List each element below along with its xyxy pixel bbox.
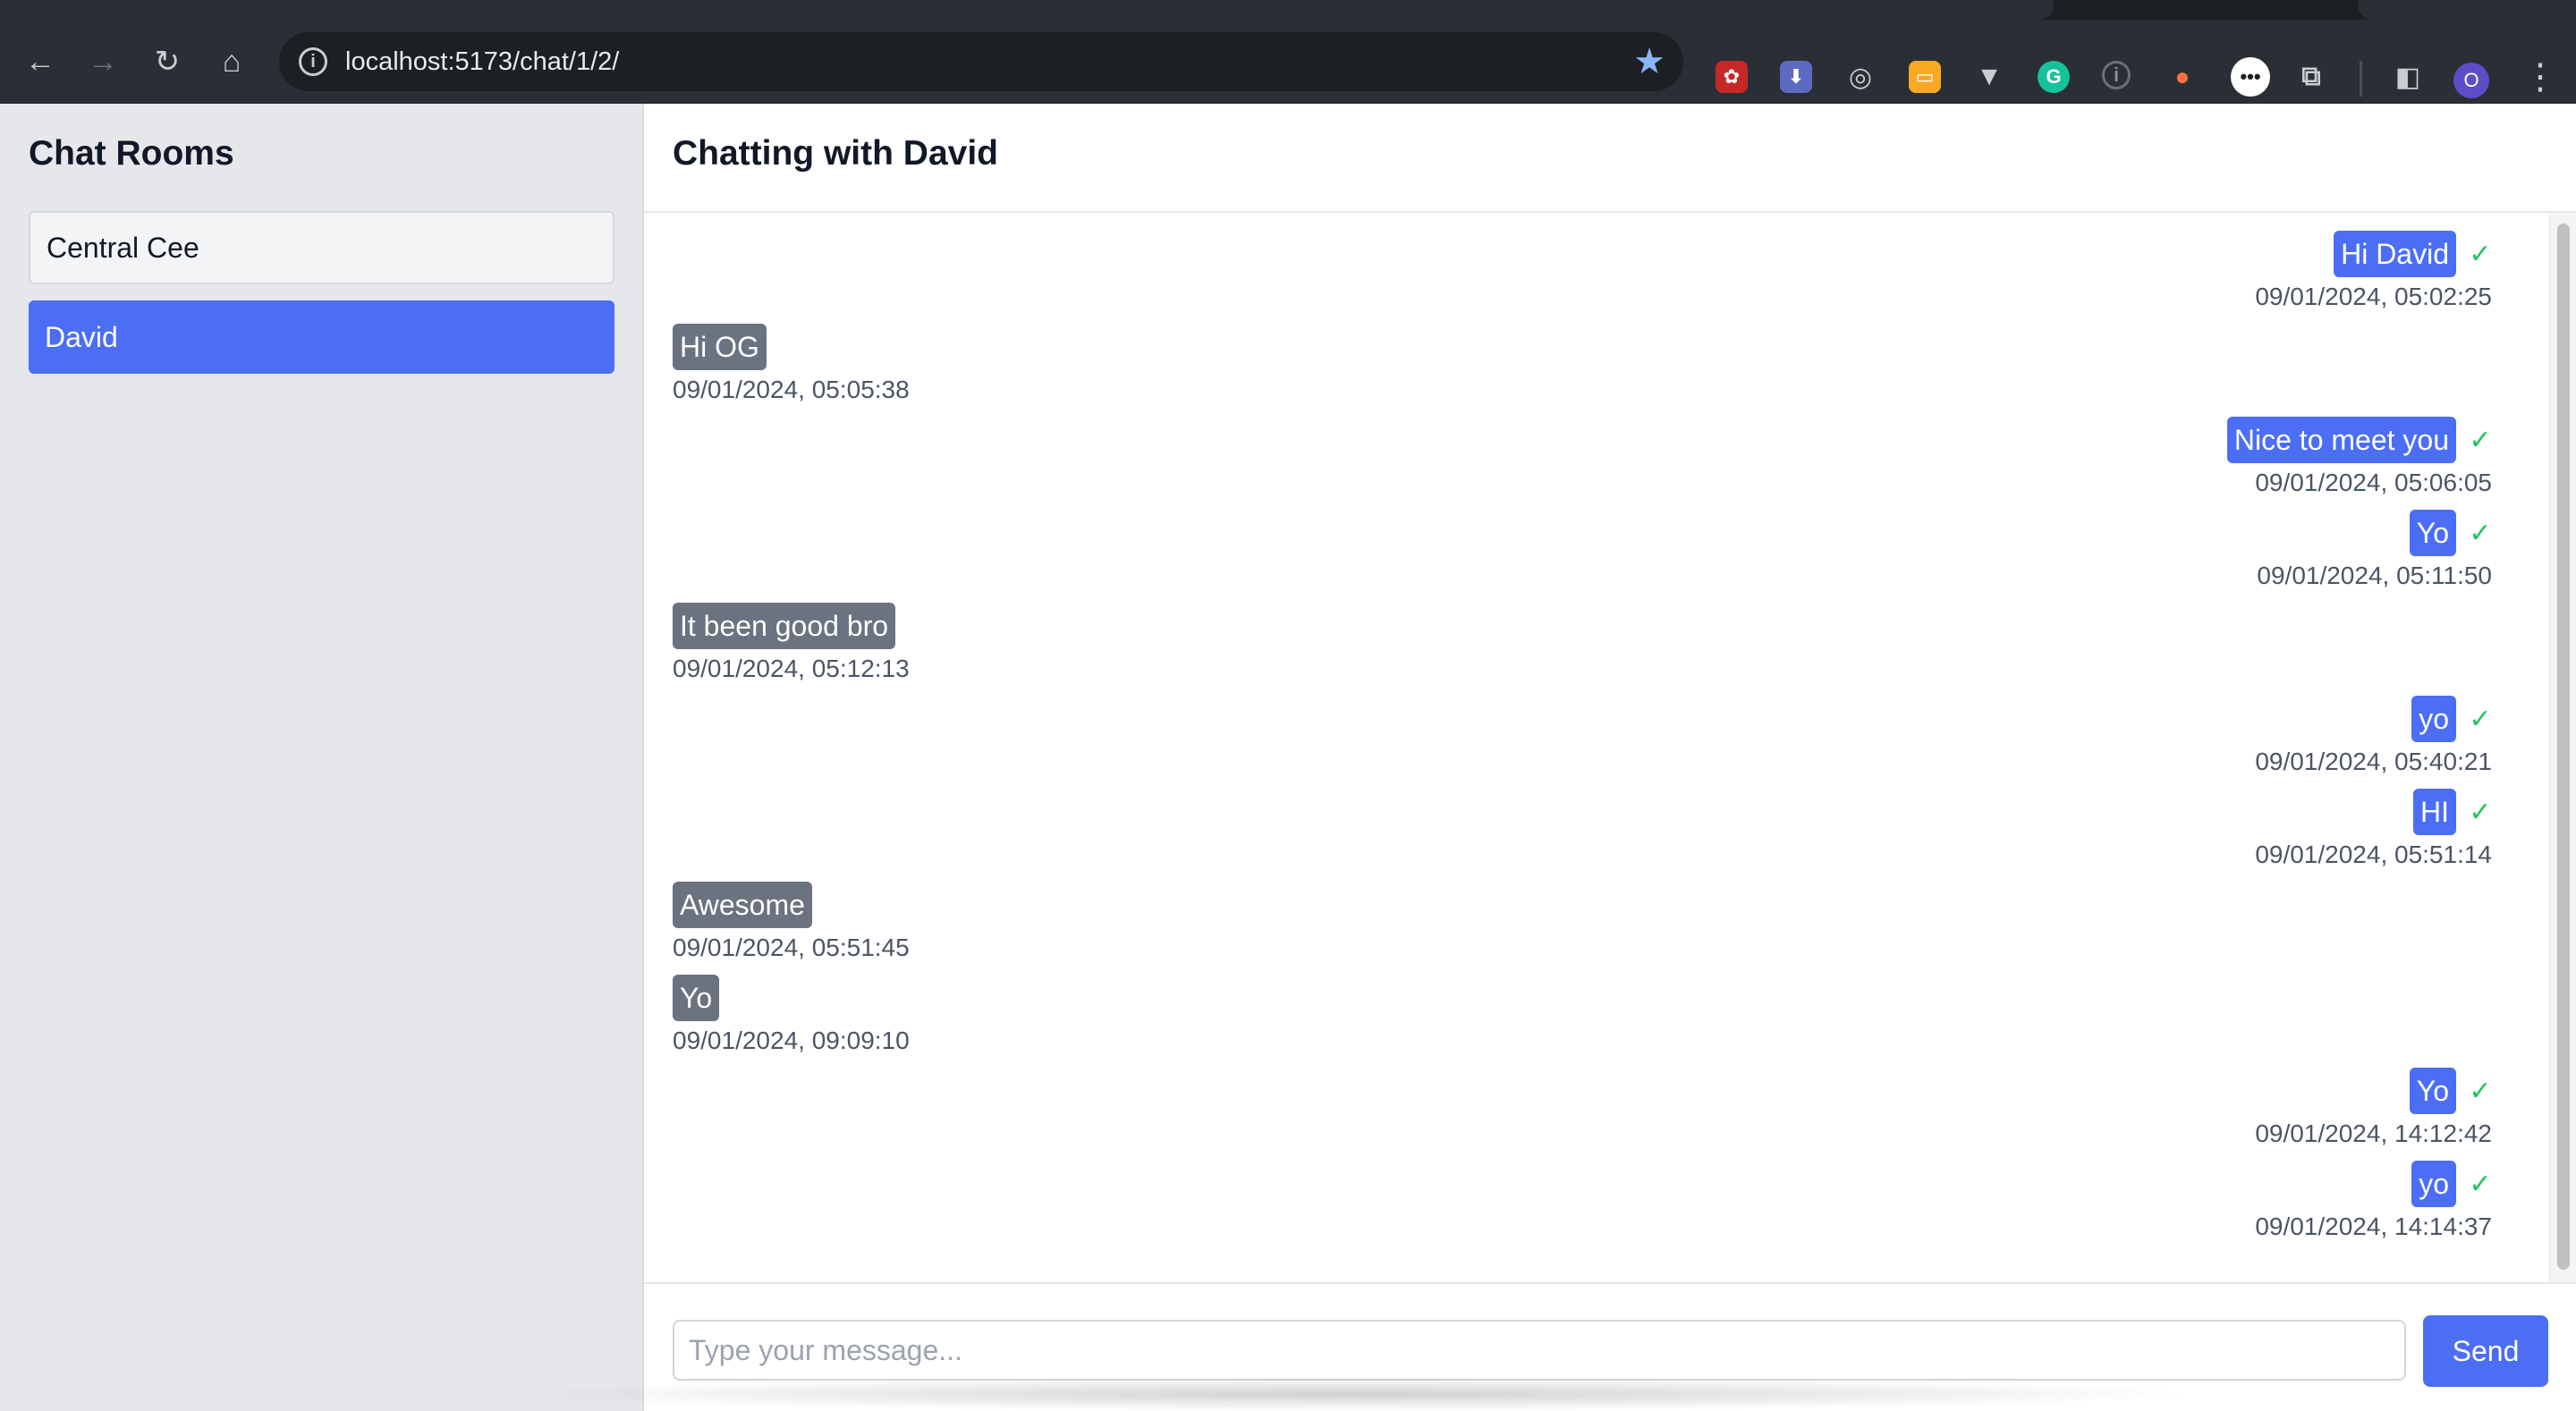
message-bubble: Nice to meet you: [2226, 417, 2456, 463]
message-timestamp: 09/01/2024, 05:12:13: [673, 655, 910, 682]
scrollbar-thumb[interactable]: [2557, 224, 2570, 1270]
tab-strip: [0, 0, 2576, 20]
active-tab[interactable]: [0, 0, 2054, 20]
message-bubble: Hi OG: [673, 324, 767, 370]
chat-title: Chatting with David: [673, 134, 998, 173]
message-list[interactable]: Hi David ✓ 09/01/2024, 05:02:25 Hi OG 09/…: [644, 213, 2549, 1388]
message-outgoing: yo ✓ 09/01/2024, 14:14:37: [2255, 1161, 2492, 1241]
message-incoming: It been good bro 09/01/2024, 05:12:13: [673, 603, 910, 683]
message-bubble: It been good bro: [673, 603, 896, 649]
reload-icon[interactable]: ↻: [147, 41, 188, 82]
side-panel-icon[interactable]: ◧: [2392, 61, 2424, 93]
new-tab-area[interactable]: [2358, 0, 2576, 20]
send-button[interactable]: Send: [2423, 1315, 2548, 1387]
message-input[interactable]: [673, 1320, 2406, 1381]
bookmark-star-icon[interactable]: ★: [1633, 43, 1665, 80]
back-arrow-icon[interactable]: ←: [20, 41, 61, 82]
grammarly-icon[interactable]: G: [2038, 61, 2070, 93]
home-icon[interactable]: ⌂: [211, 41, 252, 82]
extension-v-icon[interactable]: ▼: [1973, 61, 2005, 93]
read-check-icon: ✓: [2469, 1076, 2492, 1106]
site-info-icon[interactable]: i: [299, 47, 327, 76]
message-timestamp: 09/01/2024, 14:12:42: [2255, 1120, 2492, 1147]
read-check-icon: ✓: [2469, 518, 2492, 548]
read-check-icon: ✓: [2469, 1169, 2492, 1199]
chat-header: Chatting with David: [644, 104, 2576, 213]
message-scrollbar[interactable]: [2549, 213, 2576, 1388]
sidebar-title: Chat Rooms: [29, 134, 234, 173]
message-incoming: Hi OG 09/01/2024, 05:05:38: [673, 324, 910, 404]
sidebar: Chat Rooms Central Cee David: [0, 104, 644, 1411]
room-david[interactable]: David: [29, 300, 614, 374]
read-check-icon: ✓: [2469, 425, 2492, 455]
message-outgoing: yo ✓ 09/01/2024, 05:40:21: [2255, 696, 2492, 776]
message-bubble: Yo: [2409, 510, 2456, 556]
message-outgoing: HI ✓ 09/01/2024, 05:51:14: [2255, 789, 2492, 869]
message-bubble: Yo: [2409, 1068, 2456, 1114]
message-timestamp: 09/01/2024, 05:02:25: [2255, 283, 2492, 310]
browser-toolbar: ← → ↻ ⌂ i localhost:5173/chat/1/2/ ★ ✿ ⬇…: [0, 20, 2576, 104]
message-bubble: Hi David: [2334, 231, 2456, 277]
message-timestamp: 09/01/2024, 05:51:14: [2255, 841, 2492, 868]
message-bubble: Awesome: [673, 882, 812, 928]
message-timestamp: 09/01/2024, 05:05:38: [673, 376, 910, 403]
url-text[interactable]: localhost:5173/chat/1/2/: [345, 32, 619, 91]
extension-target-icon[interactable]: ◎: [1844, 61, 1877, 93]
room-central-cee[interactable]: Central Cee: [29, 211, 614, 284]
message-timestamp: 09/01/2024, 05:11:50: [2257, 562, 2492, 589]
message-timestamp: 09/01/2024, 05:51:45: [673, 934, 910, 961]
message-bubble: yo: [2411, 1161, 2456, 1207]
message-outgoing: Nice to meet you ✓ 09/01/2024, 05:06:05: [2226, 417, 2492, 497]
profile-avatar[interactable]: O: [2453, 63, 2489, 98]
message-bubble: HI: [2413, 789, 2456, 835]
message-outgoing: Hi David ✓ 09/01/2024, 05:02:25: [2255, 231, 2492, 311]
toolbar-divider: [2360, 61, 2362, 97]
extension-red-icon[interactable]: ✿: [1716, 61, 1748, 93]
message-incoming: Awesome 09/01/2024, 05:51:45: [673, 882, 910, 962]
kebab-menu-icon[interactable]: ⋮: [2522, 59, 2558, 100]
message-outgoing: Yo ✓ 09/01/2024, 14:12:42: [2255, 1068, 2492, 1148]
message-incoming: Yo 09/01/2024, 09:09:10: [673, 975, 910, 1055]
extension-dot-icon[interactable]: ●: [2166, 61, 2199, 93]
extension-download-icon[interactable]: ⬇: [1780, 61, 1812, 93]
forward-arrow-icon[interactable]: →: [82, 41, 123, 82]
message-outgoing: Yo ✓ 09/01/2024, 05:11:50: [2257, 510, 2492, 590]
message-composer: Send: [644, 1282, 2576, 1411]
message-timestamp: 09/01/2024, 14:14:37: [2255, 1212, 2492, 1240]
address-bar[interactable]: i localhost:5173/chat/1/2/ ★: [279, 32, 1683, 91]
message-bubble: Yo: [673, 975, 720, 1021]
read-check-icon: ✓: [2469, 239, 2492, 269]
message-timestamp: 09/01/2024, 05:06:05: [2255, 469, 2492, 496]
extension-chat-icon[interactable]: •••: [2231, 57, 2270, 97]
message-timestamp: 09/01/2024, 09:09:10: [673, 1027, 910, 1054]
chat-app: Chat Rooms Central Cee David Chatting wi…: [0, 104, 2576, 1411]
extension-ticket-icon[interactable]: ▭: [1909, 61, 1941, 93]
read-check-icon: ✓: [2469, 704, 2492, 734]
chat-panel: Chatting with David Hi David ✓ 09/01/2024…: [644, 104, 2576, 1411]
puzzle-icon[interactable]: ⧉: [2295, 61, 2327, 93]
message-bubble: yo: [2411, 696, 2456, 742]
extension-info-icon[interactable]: i: [2102, 61, 2131, 89]
message-timestamp: 09/01/2024, 05:40:21: [2255, 748, 2492, 775]
read-check-icon: ✓: [2469, 797, 2492, 827]
